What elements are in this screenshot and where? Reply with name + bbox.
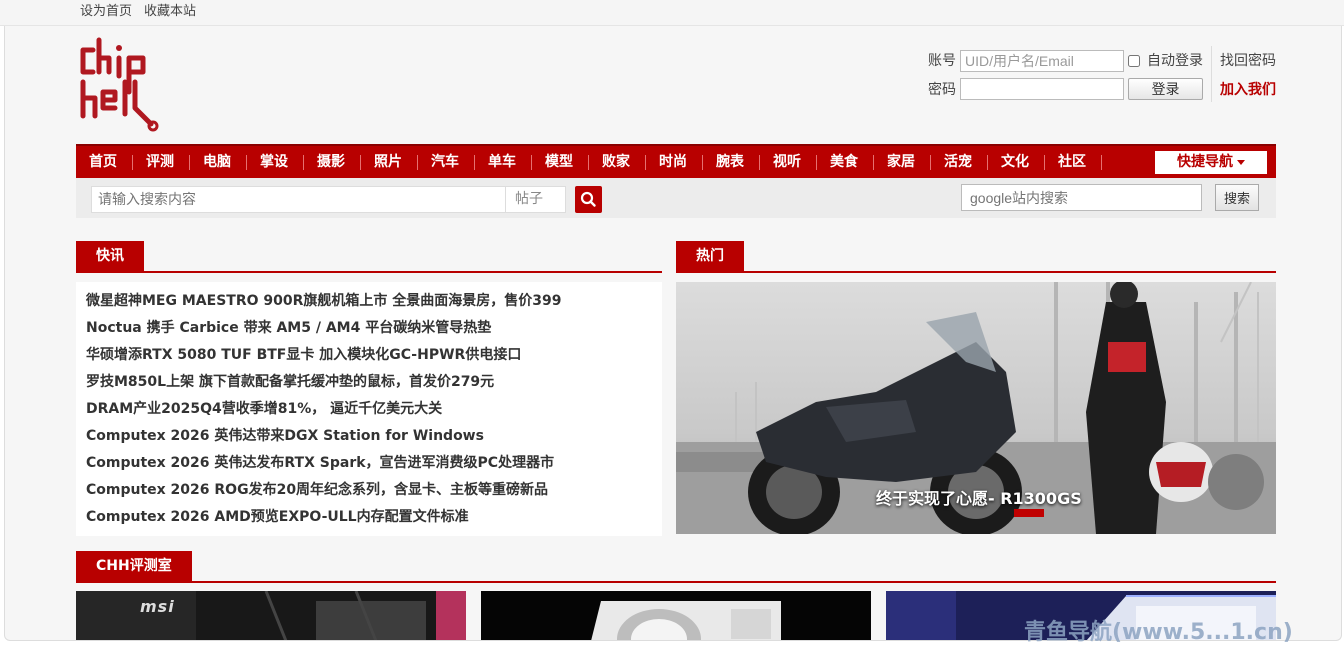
bookmark-site-link[interactable]: 收藏本站 [144,0,196,24]
nav-divider [246,155,247,170]
account-label: 账号 [928,53,956,69]
top-bar: 设为首页 收藏本站 [0,0,1344,26]
nav-item-culture[interactable]: 文化 [1001,146,1029,178]
nav-item-food[interactable]: 美食 [830,146,858,178]
nav-divider [417,155,418,170]
nav-divider [474,155,475,170]
password-input[interactable] [960,78,1124,100]
news-item[interactable]: Computex 2026 ROG发布20周年纪念系列，含显卡、主板等重磅新品 [86,477,561,504]
hot-section-header: 热门 [676,241,1276,273]
site-watermark: 青鱼导航(www.5...1.cn) [1024,620,1293,645]
news-section-header: 快讯 [76,241,662,273]
nav-divider [303,155,304,170]
password-label: 密码 [928,82,956,98]
nav-divider [132,155,133,170]
nav-item-home-living[interactable]: 家居 [887,146,915,178]
msi-brand-text: msi [140,597,175,616]
caret-down-icon [1237,159,1245,165]
lab-section-header: CHH评测室 [76,551,1276,583]
nav-divider [531,155,532,170]
nav-divider [930,155,931,170]
nav-divider [816,155,817,170]
hot-slide-caption[interactable]: 终于实现了心愿- R1300GS [876,485,1082,509]
news-item[interactable]: 微星超神MEG MAESTRO 900R旗舰机箱上市 全景曲面海景房，售价399 [86,288,561,315]
nav-divider [1044,155,1045,170]
nav-item-watches[interactable]: 腕表 [716,146,744,178]
news-item[interactable]: 华硕增添RTX 5080 TUF BTF显卡 加入模块化GC-HPWR供电接口 [86,342,561,369]
quick-nav-dropdown[interactable]: 快捷导航 [1155,151,1267,174]
nav-item-shopping[interactable]: 败家 [602,146,630,178]
search-bar: 帖子 搜索 [76,178,1276,218]
news-list: 微星超神MEG MAESTRO 900R旗舰机箱上市 全景曲面海景房，售价399… [76,282,662,536]
news-item[interactable]: Noctua 携手 Carbice 带来 AM5 / AM4 平台碳纳米管导热垫 [86,315,561,342]
forgot-password-link[interactable]: 找回密码 [1220,50,1276,70]
quick-nav-label: 快捷导航 [1177,154,1233,170]
news-section-title[interactable]: 快讯 [76,241,144,271]
news-item[interactable]: Computex 2026 AMD预览EXPO-ULL内存配置文件标准 [86,504,561,531]
google-search-button[interactable]: 搜索 [1215,184,1259,211]
nav-divider [645,155,646,170]
nav-divider [360,155,361,170]
set-homepage-link[interactable]: 设为首页 [80,0,132,24]
nav-item-community[interactable]: 社区 [1058,146,1086,178]
news-item[interactable]: DRAM产业2025Q4营收季增81%， 逼近千亿美元大关 [86,396,561,423]
main-nav: 首页 评测 电脑 掌设 摄影 照片 汽车 单车 模型 败家 时尚 腕表 视听 美… [76,144,1276,178]
nav-item-photography[interactable]: 摄影 [317,146,345,178]
nav-item-handhelds[interactable]: 掌设 [260,146,288,178]
slide-indicator[interactable] [1014,509,1044,517]
nav-item-bikes[interactable]: 单车 [488,146,516,178]
login-button[interactable]: 登录 [1128,78,1203,100]
review-thumbnail[interactable] [481,591,871,640]
nav-item-models[interactable]: 模型 [545,146,573,178]
nav-item-audio-video[interactable]: 视听 [773,146,801,178]
nav-divider [588,155,589,170]
news-item[interactable]: Computex 2026 英伟达发布RTX Spark，宣告进军消费级PC处理… [86,450,561,477]
nav-divider [1101,155,1102,170]
nav-item-fashion[interactable]: 时尚 [659,146,687,178]
nav-item-cars[interactable]: 汽车 [431,146,459,178]
search-input[interactable] [91,186,505,213]
search-button[interactable] [575,186,602,213]
nav-item-pets[interactable]: 活宠 [944,146,972,178]
join-us-link[interactable]: 加入我们 [1220,79,1276,99]
search-type-select[interactable]: 帖子 [505,186,566,213]
news-item[interactable]: Computex 2026 英伟达带来DGX Station for Windo… [86,423,561,450]
hot-section-title[interactable]: 热门 [676,241,744,271]
auto-login-label[interactable]: 自动登录 [1147,50,1203,70]
hot-slideshow[interactable]: 终于实现了心愿- R1300GS [676,282,1276,534]
auto-login-checkbox[interactable] [1128,55,1140,67]
google-search-input[interactable] [961,184,1202,211]
news-item[interactable]: 罗技M850L上架 旗下首款配备掌托缓冲垫的鼠标，首发价279元 [86,369,561,396]
chiphell-logo[interactable] [77,36,161,140]
lab-section-title[interactable]: CHH评测室 [76,551,192,581]
nav-item-home[interactable]: 首页 [89,146,117,178]
nav-divider [189,155,190,170]
nav-item-reviews[interactable]: 评测 [146,146,174,178]
nav-divider [987,155,988,170]
nav-divider [873,155,874,170]
login-divider [1211,46,1212,102]
nav-divider [759,155,760,170]
nav-divider [702,155,703,170]
nav-item-computers[interactable]: 电脑 [203,146,231,178]
page-container: 账号 自动登录 找回密码 密码 登录 加入我们 首页 评测 电脑 掌设 摄影 照… [4,26,1342,641]
nav-item-photos[interactable]: 照片 [374,146,402,178]
account-input[interactable] [960,50,1124,72]
search-icon [580,191,596,207]
review-thumbnail[interactable]: msi [76,591,466,640]
